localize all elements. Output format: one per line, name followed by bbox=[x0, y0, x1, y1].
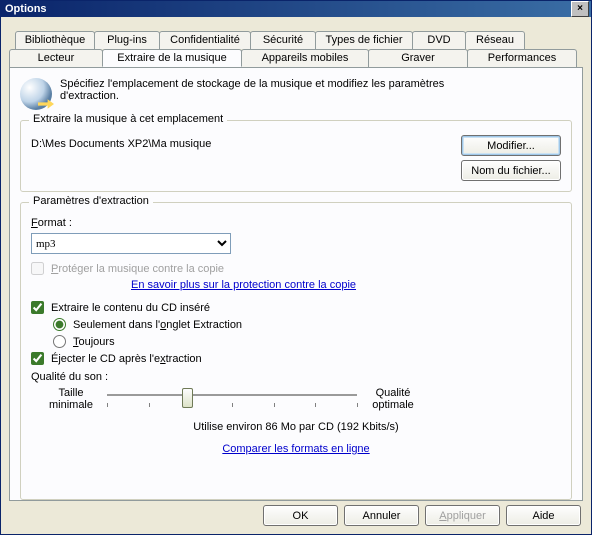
group-settings-title: Paramètres d'extraction bbox=[29, 195, 153, 207]
titlebar: Options × bbox=[1, 1, 591, 17]
help-button[interactable]: Aide bbox=[506, 505, 581, 526]
tabs: Bibliothèque Plug-ins Confidentialité Sé… bbox=[9, 31, 583, 501]
autorip-always-label: Toujours bbox=[73, 336, 115, 348]
eject-checkbox[interactable] bbox=[31, 352, 44, 365]
tab-confidentialite[interactable]: Confidentialité bbox=[159, 31, 251, 49]
group-settings: Paramètres d'extraction Format : mp3 Pro… bbox=[20, 202, 572, 500]
apply-button: Appliquer bbox=[425, 505, 500, 526]
rip-location-path: D:\Mes Documents XP2\Ma musique bbox=[31, 135, 211, 150]
tab-extraire[interactable]: Extraire de la musique bbox=[102, 49, 242, 67]
format-select[interactable]: mp3 bbox=[31, 233, 231, 254]
autorip-only-tab-label: Seulement dans l'onglet Extraction bbox=[73, 319, 242, 331]
tab-lecteur[interactable]: Lecteur bbox=[9, 49, 103, 67]
group-location-title: Extraire la musique à cet emplacement bbox=[29, 113, 227, 125]
filename-button[interactable]: Nom du fichier... bbox=[461, 160, 561, 181]
slider-thumb[interactable] bbox=[182, 388, 193, 408]
tab-performances[interactable]: Performances bbox=[467, 49, 577, 67]
tab-bibliotheque[interactable]: Bibliothèque bbox=[15, 31, 95, 49]
slider-max-label: Qualité optimale bbox=[365, 387, 421, 411]
learn-more-link[interactable]: En savoir plus sur la protection contre … bbox=[131, 279, 356, 291]
dialog-footer: OK Annuler Appliquer Aide bbox=[9, 501, 583, 528]
tab-plugins[interactable]: Plug-ins bbox=[94, 31, 160, 49]
group-location: Extraire la musique à cet emplacement D:… bbox=[20, 120, 572, 192]
autorip-checkbox[interactable] bbox=[31, 301, 44, 314]
autorip-label: Extraire le contenu du CD inséré bbox=[51, 302, 210, 314]
ok-button[interactable]: OK bbox=[263, 505, 338, 526]
rip-music-icon bbox=[20, 78, 52, 110]
protect-label: Protéger la musique contre la copie bbox=[51, 263, 224, 275]
window-title: Options bbox=[5, 3, 47, 15]
slider-min-label: Taille minimale bbox=[43, 387, 99, 411]
tabpage-extraire: Spécifiez l'emplacement de stockage de l… bbox=[9, 67, 583, 501]
tab-securite[interactable]: Sécurité bbox=[250, 31, 316, 49]
tab-dvd[interactable]: DVD bbox=[412, 31, 466, 49]
quality-slider[interactable] bbox=[107, 389, 357, 415]
compare-formats-link[interactable]: Comparer les formats en ligne bbox=[222, 443, 369, 455]
autorip-only-tab-radio[interactable] bbox=[53, 318, 66, 331]
close-icon[interactable]: × bbox=[571, 1, 589, 17]
format-label: Format : bbox=[31, 217, 561, 229]
protect-checkbox bbox=[31, 262, 44, 275]
eject-label: Éjecter le CD après l'extraction bbox=[51, 353, 202, 365]
modify-location-button[interactable]: Modifier... bbox=[461, 135, 561, 156]
size-estimate: Utilise environ 86 Mo par CD (192 Kbits/… bbox=[31, 421, 561, 433]
quality-label: Qualité du son : bbox=[31, 371, 561, 383]
header-description: Spécifiez l'emplacement de stockage de l… bbox=[60, 78, 480, 102]
tab-appareils[interactable]: Appareils mobiles bbox=[241, 49, 369, 67]
autorip-always-radio[interactable] bbox=[53, 335, 66, 348]
cancel-button[interactable]: Annuler bbox=[344, 505, 419, 526]
tab-graver[interactable]: Graver bbox=[368, 49, 468, 67]
tab-reseau[interactable]: Réseau bbox=[465, 31, 525, 49]
tab-types-fichier[interactable]: Types de fichier bbox=[315, 31, 413, 49]
